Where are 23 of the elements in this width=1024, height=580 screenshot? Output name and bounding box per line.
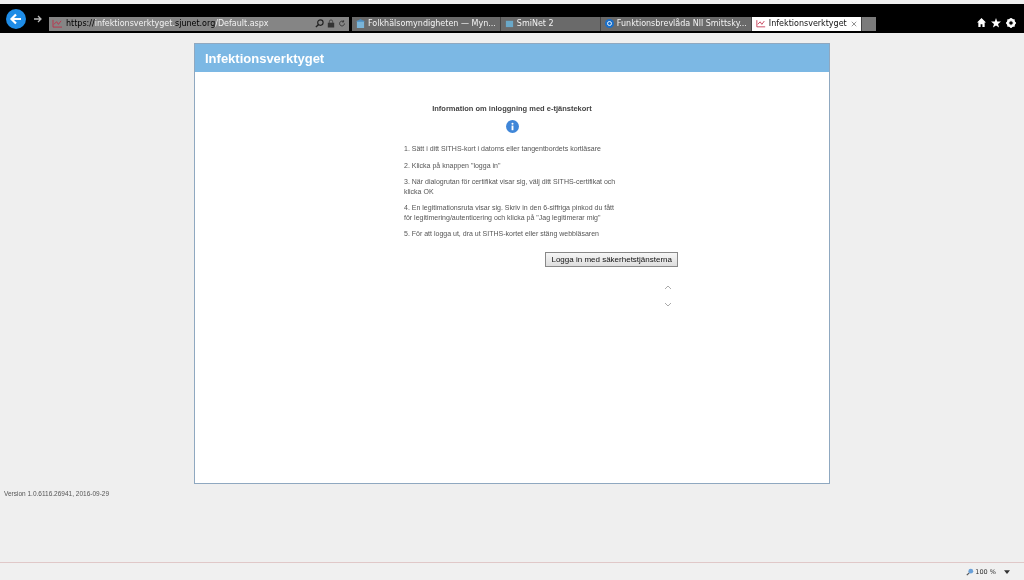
browser-tab[interactable]: Infektionsverktyget — [751, 16, 862, 31]
forward-icon[interactable] — [33, 13, 43, 24]
home-icon[interactable] — [977, 18, 986, 27]
chart-icon — [755, 19, 766, 28]
office-icon — [604, 19, 614, 28]
back-icon[interactable] — [6, 8, 26, 29]
login-button[interactable]: Logga in med säkerhetstjänsterna — [545, 251, 678, 267]
star-icon[interactable] — [991, 17, 1001, 28]
lock-icon[interactable] — [327, 19, 335, 28]
dropdown-caret-icon[interactable] — [1004, 569, 1010, 574]
search-icon[interactable] — [315, 19, 324, 28]
browser-tab[interactable]: Funktionsbrevlåda Nll Smittsky... — [600, 16, 752, 31]
app-title: Infektionsverktyget — [205, 50, 325, 66]
address-field[interactable]: https://infektionsverktyget.sjunet.org/Default.aspx — [49, 16, 349, 31]
browser-tab[interactable]: SmiNet 2 — [500, 16, 601, 31]
magnifier-icon — [966, 567, 975, 576]
refresh-icon[interactable] — [338, 19, 346, 28]
chart-icon — [52, 19, 63, 28]
info-icon — [505, 120, 519, 133]
settings-icon[interactable] — [1006, 17, 1016, 28]
close-icon[interactable] — [850, 20, 857, 27]
browser-tab[interactable]: Folkhälsomyndigheten — Myn... — [352, 16, 501, 31]
building-icon — [356, 19, 365, 28]
